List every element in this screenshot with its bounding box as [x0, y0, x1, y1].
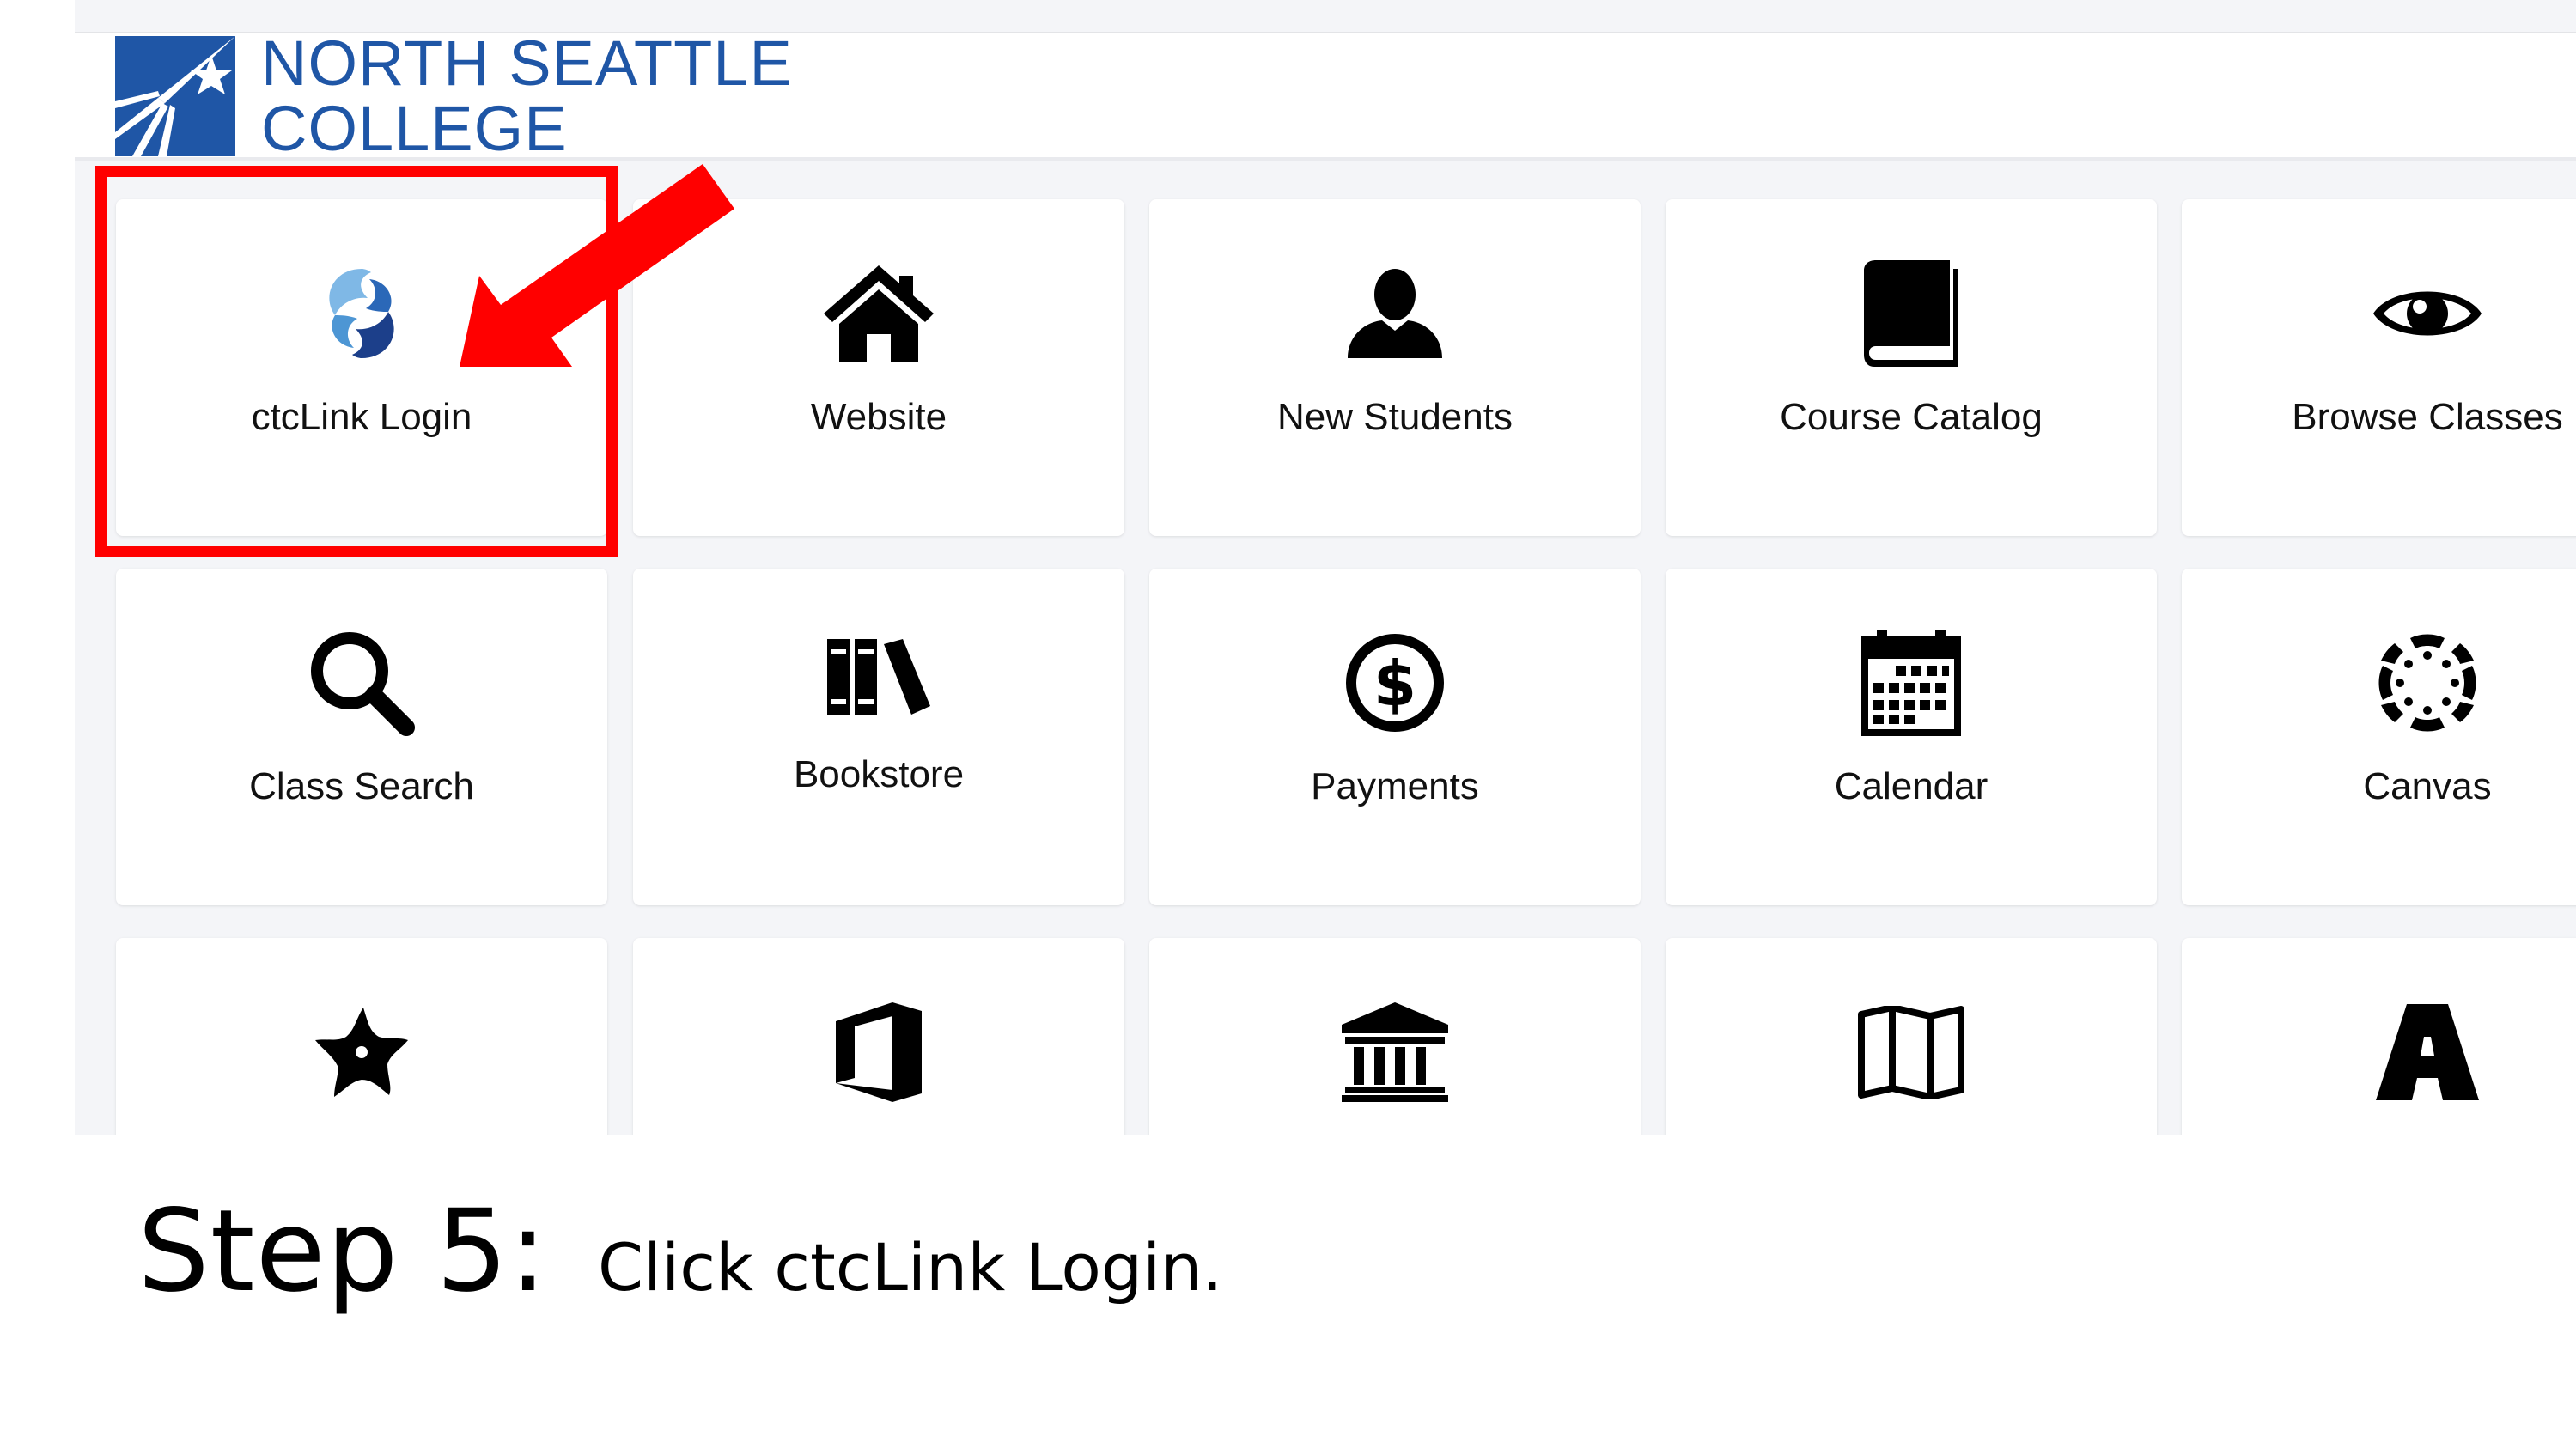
- step-number: Step 5:: [137, 1185, 548, 1318]
- tile-calendar[interactable]: Calendar: [1666, 569, 2157, 905]
- book-icon: [1864, 260, 1958, 367]
- ctclink-swirl-icon: [329, 269, 394, 358]
- college-name-line-2: COLLEGE: [261, 93, 568, 164]
- tile-bookstore[interactable]: Bookstore: [633, 569, 1124, 905]
- tutorial-slide: NORTH SEATTLE COLLEGE ctcLink Login Webs…: [0, 0, 2576, 1449]
- college-name: NORTH SEATTLE COLLEGE: [261, 31, 793, 161]
- home-icon: [824, 265, 934, 362]
- tile-canvas[interactable]: Canvas: [2182, 569, 2576, 905]
- tile-new-students[interactable]: New Students: [1149, 199, 1641, 536]
- tile-label: Course Catalog: [1780, 396, 2043, 438]
- tile-label: Calendar: [1834, 765, 1988, 807]
- tile-label: Website: [810, 396, 947, 438]
- tile-label: Class Search: [249, 765, 474, 807]
- starfish-icon: [315, 1008, 408, 1097]
- office-icon: [836, 1002, 922, 1102]
- dollar-circle-icon: $: [1346, 634, 1444, 732]
- tile-course-catalog[interactable]: Course Catalog: [1666, 199, 2157, 536]
- search-icon: [311, 632, 415, 736]
- tile-row3-1[interactable]: [116, 938, 607, 1135]
- tile-label: Browse Classes: [2292, 396, 2563, 438]
- tile-row3-4[interactable]: [1666, 938, 2157, 1135]
- portal-header: NORTH SEATTLE COLLEGE: [75, 31, 2576, 161]
- svg-text:$: $: [1373, 648, 1416, 720]
- step-caption: Step 5: Click ctcLink Login.: [137, 1185, 1223, 1318]
- eye-icon: [2373, 291, 2482, 336]
- tile-class-search[interactable]: Class Search: [116, 569, 607, 905]
- tile-label: Canvas: [2363, 765, 2492, 807]
- user-icon: [1348, 269, 1442, 358]
- portal-screenshot: NORTH SEATTLE COLLEGE ctcLink Login Webs…: [75, 0, 2576, 1135]
- calendar-icon: [1861, 630, 1961, 736]
- road-icon: [2376, 1004, 2479, 1100]
- tile-label: Payments: [1311, 765, 1479, 807]
- institution-icon: [1342, 1002, 1448, 1102]
- canvas-icon: [2378, 634, 2476, 732]
- tile-website[interactable]: Website: [633, 199, 1124, 536]
- map-icon: [1858, 1006, 1964, 1099]
- tile-row3-3[interactable]: [1149, 938, 1641, 1135]
- step-instruction: Click ctcLink Login.: [597, 1229, 1223, 1306]
- college-logo[interactable]: NORTH SEATTLE COLLEGE: [115, 31, 793, 161]
- tile-row3-5[interactable]: [2182, 938, 2576, 1135]
- college-logo-mark-icon: [115, 36, 235, 156]
- tile-label: ctcLink Login: [251, 396, 472, 438]
- tile-browse-classes[interactable]: Browse Classes: [2182, 199, 2576, 536]
- books-icon: [827, 639, 930, 715]
- tile-row3-2[interactable]: [633, 938, 1124, 1135]
- tile-ctclink-login[interactable]: ctcLink Login: [116, 199, 607, 536]
- tile-payments[interactable]: $ Payments: [1149, 569, 1641, 905]
- tile-label: New Students: [1277, 396, 1513, 438]
- tile-label: Bookstore: [793, 753, 965, 795]
- college-name-line-1: NORTH SEATTLE: [261, 27, 793, 99]
